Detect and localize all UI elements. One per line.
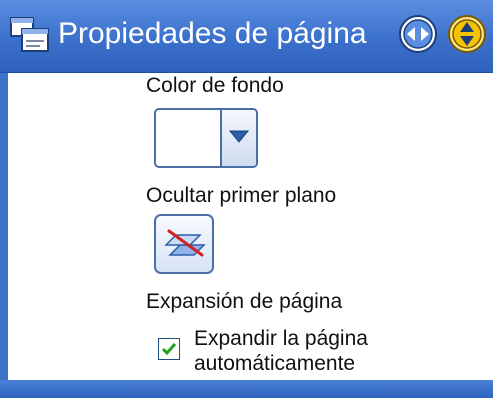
checkbox-label-line-2: automáticamente	[194, 352, 356, 375]
panel-bottom-border	[0, 380, 493, 398]
checkbox-label-line-1: Expandir la página	[194, 327, 368, 350]
page-properties-panel: Propiedades de página Color de fondo Ocu…	[0, 0, 493, 398]
expand-page-checkbox-label: Expandir la página automáticamente	[194, 326, 414, 376]
page-expansion-label: Expansión de página	[146, 290, 343, 313]
page-properties-icon	[10, 17, 50, 53]
expand-page-checkbox[interactable]	[158, 338, 180, 360]
color-swatch[interactable]	[160, 114, 222, 162]
panel-title: Propiedades de página	[58, 17, 367, 50]
color-dropdown-button[interactable]	[220, 110, 256, 166]
hide-foreground-button[interactable]	[154, 214, 214, 274]
background-color-picker[interactable]	[154, 108, 258, 168]
background-color-label: Color de fondo	[146, 74, 284, 97]
left-right-arrows-icon[interactable]	[398, 14, 438, 54]
up-down-arrows-icon[interactable]	[447, 14, 487, 54]
hide-foreground-label: Ocultar primer plano	[146, 184, 337, 207]
panel-titlebar: Propiedades de página	[0, 0, 493, 73]
